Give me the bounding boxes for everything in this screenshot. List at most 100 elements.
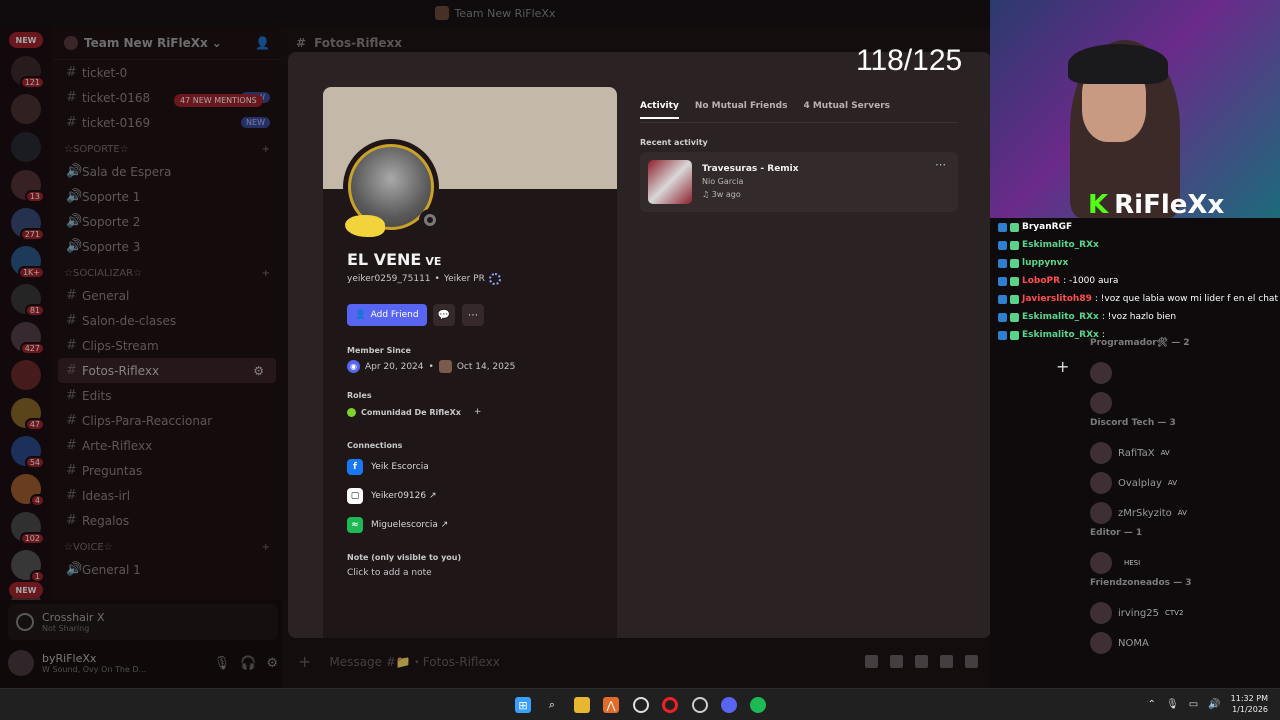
member-since-label: Member Since xyxy=(347,346,411,355)
file-explorer-icon[interactable] xyxy=(574,697,590,713)
microphone-icon[interactable]: 🎙 xyxy=(1166,699,1179,710)
subscriber-counter: 118/125 xyxy=(856,44,963,77)
chevron-up-icon[interactable]: ⌃ xyxy=(1148,699,1156,710)
chat-username[interactable]: BryanRGF xyxy=(1022,222,1072,232)
member-name: Ovalplay xyxy=(1118,477,1162,489)
chat-bubble-icon: 💬 xyxy=(437,309,451,321)
avatar[interactable] xyxy=(1090,442,1112,464)
member-since-values: ◉ Apr 20, 2024 • Oct 14, 2025 xyxy=(347,360,515,373)
add-role-icon[interactable]: + xyxy=(474,407,482,417)
clock[interactable]: 11:32 PM 1/1/2026 xyxy=(1231,693,1268,715)
activity-card[interactable]: Travesuras - Remix Nio Garcia ♫ 3w ago ⋯ xyxy=(640,152,958,212)
system-tray: ⌃ 🎙 ▭ 🔊 11:32 PM 1/1/2026 xyxy=(1148,693,1268,715)
member-tag: AV xyxy=(1177,509,1187,517)
avatar[interactable] xyxy=(1090,552,1112,574)
chat-text: : -1000 aura xyxy=(1063,276,1119,286)
taskbar: ⊞ ⌕ ⋀ ⌃ 🎙 ▭ 🔊 11:32 PM 1/1/2026 xyxy=(0,688,1280,720)
offline-status-icon xyxy=(424,214,436,226)
banana-decoration-icon xyxy=(345,215,385,237)
discord-join-date: Apr 20, 2024 xyxy=(365,361,424,372)
member-row[interactable]: zMrSkyzito AV xyxy=(1090,498,1270,528)
clock-date: 1/1/2026 xyxy=(1232,705,1268,714)
chat-username[interactable]: Eskimalito_RXx xyxy=(1022,240,1099,250)
separator: • xyxy=(428,361,434,372)
badge-icon xyxy=(1010,258,1019,268)
tab-mutual-servers[interactable]: 4 Mutual Servers xyxy=(803,101,890,119)
steam-icon[interactable] xyxy=(692,697,708,713)
search-icon[interactable]: ⌕ xyxy=(544,697,560,713)
clock-time: 11:32 PM xyxy=(1230,694,1268,703)
roles-label: Roles xyxy=(347,391,372,400)
member-group-title: Discord Tech — 3 xyxy=(1090,418,1176,428)
app-icon[interactable]: ⋀ xyxy=(603,697,619,713)
member-row[interactable]: NOMA xyxy=(1090,628,1270,658)
avatar[interactable] xyxy=(1090,392,1112,414)
add-friend-button[interactable]: 👤 Add Friend xyxy=(347,304,427,326)
badge-icon xyxy=(1010,240,1019,250)
webcam-overlay: K RiFleXx xyxy=(990,0,1280,218)
member-row[interactable] xyxy=(1090,388,1270,418)
chat-username[interactable]: Javierslitoh89 xyxy=(1022,294,1092,304)
tab-activity[interactable]: Activity xyxy=(640,101,679,119)
add-user-icon: 👤 xyxy=(355,310,367,320)
chat-username[interactable]: luppynvx xyxy=(1022,258,1068,268)
chat-username[interactable]: LoboPR xyxy=(1022,276,1060,286)
member-group-title: Friendzoneados — 3 xyxy=(1090,578,1192,588)
connection-item[interactable]: ▢ Yeiker09126 ↗ xyxy=(347,488,437,504)
ellipsis-icon: ⋯ xyxy=(468,309,478,321)
streamer-cap xyxy=(1068,44,1168,84)
more-button[interactable]: ⋯ xyxy=(462,304,484,326)
badge-icon xyxy=(1010,312,1019,322)
discord-icon[interactable] xyxy=(721,697,737,713)
avatar[interactable] xyxy=(1090,502,1112,524)
nitro-badge-icon xyxy=(488,273,501,285)
cursor-crosshair-icon: + xyxy=(1056,357,1070,376)
chat-message: LoboPR: -1000 aura xyxy=(990,272,1280,290)
chat-username[interactable]: Eskimalito_RXx xyxy=(1022,330,1099,340)
message-button[interactable]: 💬 xyxy=(433,304,455,326)
network-icon[interactable]: ▭ xyxy=(1189,699,1198,710)
member-tag: AV xyxy=(1160,449,1170,457)
badge-icon xyxy=(998,258,1007,268)
profile-card: EL VENE VE yeiker0259_75111 • Yeiker PR 👤… xyxy=(323,87,617,638)
avatar[interactable] xyxy=(1090,632,1112,654)
member-row[interactable] xyxy=(1090,358,1270,388)
role-name[interactable]: Comunidad De RifleXx xyxy=(361,408,461,417)
badge-icon xyxy=(1010,330,1019,340)
tab-mutual-friends[interactable]: No Mutual Friends xyxy=(695,101,788,119)
profile-tabs: Activity No Mutual Friends 4 Mutual Serv… xyxy=(640,101,890,119)
role-color-icon xyxy=(347,407,356,417)
music-note-icon: ♫ xyxy=(702,190,712,199)
avatar[interactable] xyxy=(1090,472,1112,494)
badge-icon xyxy=(998,312,1007,322)
badge-icon xyxy=(998,222,1007,232)
spotify-icon[interactable] xyxy=(750,697,766,713)
avatar[interactable] xyxy=(1090,362,1112,384)
connection-item[interactable]: f Yeik Escorcia xyxy=(347,459,429,475)
ellipsis-icon[interactable]: ⋯ xyxy=(935,158,946,171)
obs-icon[interactable] xyxy=(633,697,649,713)
chat-message: luppynvx xyxy=(990,254,1280,272)
note-input[interactable]: Click to add a note xyxy=(347,568,432,578)
stream-brand: K RiFleXx xyxy=(1088,190,1224,218)
add-friend-label: Add Friend xyxy=(370,310,419,320)
discord-icon: ◉ xyxy=(347,360,360,373)
note-label: Note (only visible to you) xyxy=(347,553,462,562)
server-icon xyxy=(438,360,452,373)
windows-start-icon[interactable]: ⊞ xyxy=(515,697,531,713)
activity-time-text: 3w ago xyxy=(711,190,741,199)
chat-username[interactable]: Eskimalito_RXx xyxy=(1022,312,1099,322)
opera-icon[interactable] xyxy=(662,697,678,713)
connection-item[interactable]: ≈ Miguelescorcia ↗ xyxy=(347,517,448,533)
avatar[interactable] xyxy=(1090,602,1112,624)
member-row[interactable]: HESI xyxy=(1090,548,1270,578)
separator: • xyxy=(434,274,440,284)
badge-icon xyxy=(1010,222,1019,232)
volume-icon[interactable]: 🔊 xyxy=(1208,699,1220,710)
tab-divider xyxy=(640,122,958,123)
member-group-title: Programador🛠 — 2 xyxy=(1090,338,1190,348)
member-row[interactable]: Ovalplay AV xyxy=(1090,468,1270,498)
member-row[interactable]: irving25 CTV2 xyxy=(1090,598,1270,628)
member-row[interactable]: RafiTaX AV xyxy=(1090,438,1270,468)
chat-and-members: BryanRGF Eskimalito_RXx luppynvx LoboPR: -1… xyxy=(990,218,1280,688)
